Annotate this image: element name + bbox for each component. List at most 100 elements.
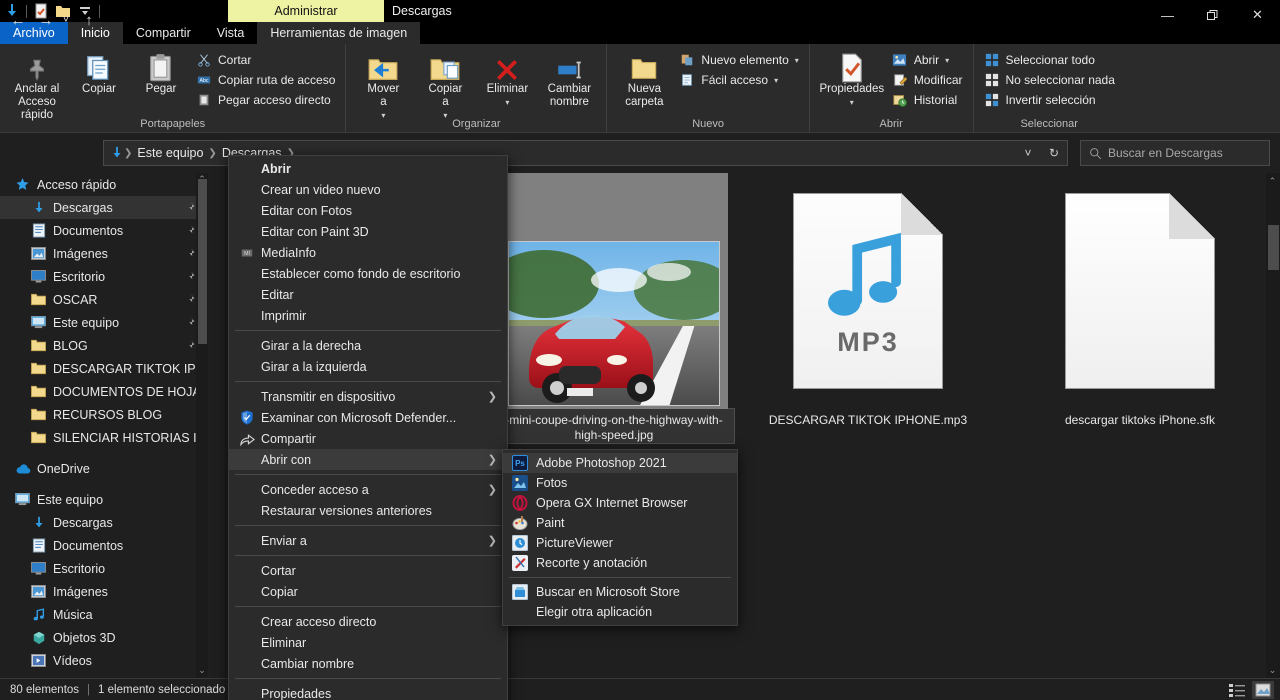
search-box[interactable]: Buscar en Descargas [1080, 140, 1270, 166]
refresh-button[interactable]: ↻ [1041, 141, 1067, 165]
sidebar-item-im-genes[interactable]: Imágenes [0, 580, 208, 603]
menu-item-conceder-acceso-a[interactable]: Conceder acceso a ❯ [229, 479, 507, 500]
copy-button[interactable]: Copiar [68, 48, 130, 96]
pin-icon[interactable] [184, 270, 196, 282]
paste-shortcut-button[interactable]: Pegar acceso directo [192, 90, 339, 110]
history-button[interactable]: Historial [888, 90, 967, 110]
sidebar-scroll-down-icon[interactable]: ⌄ [197, 664, 207, 676]
menu-item-copiar[interactable]: Copiar [229, 581, 507, 602]
tab-compartir[interactable]: Compartir [123, 22, 204, 44]
sidebar-item-onedrive[interactable]: OneDrive [0, 457, 208, 480]
sidebar-item-m-sica[interactable]: Música [0, 603, 208, 626]
back-button[interactable]: ← [6, 8, 30, 32]
easy-access-button[interactable]: Fácil acceso ▾ [675, 70, 802, 90]
pin-icon[interactable] [184, 201, 196, 213]
address-dropdown-button[interactable]: ˅ [1015, 141, 1041, 165]
open-with-item-paint[interactable]: Paint [503, 513, 737, 533]
edit-button[interactable]: Modificar [888, 70, 967, 90]
context-menu[interactable]: Abrir Crear un video nuevo Editar con Foto… [228, 155, 508, 700]
pin-icon[interactable] [184, 224, 196, 236]
contextual-tab-highlight[interactable]: Administrar [228, 0, 384, 22]
menu-item-editar-con-fotos[interactable]: Editar con Fotos [229, 200, 507, 221]
content-scroll-thumb[interactable] [1268, 225, 1279, 270]
open-button[interactable]: Abrir ▾ [888, 50, 967, 70]
sidebar-item-este-equipo[interactable]: Este equipo [0, 311, 208, 334]
open-with-submenu[interactable]: Ps Adobe Photoshop 2021 Fotos Opera GX Inte… [502, 449, 738, 626]
menu-item-girar-a-la-izquierda[interactable]: Girar a la izquierda [229, 356, 507, 377]
menu-item-abrir[interactable]: Abrir [229, 158, 507, 179]
pin-icon[interactable] [184, 293, 196, 305]
sidebar-item-documentos-de-hoja-de[interactable]: DOCUMENTOS DE HOJA DE [0, 380, 208, 403]
sidebar-item-silenciar-historias-insta[interactable]: SILENCIAR HISTORIAS INSTA [0, 426, 208, 449]
content-scroll-up-icon[interactable]: ⌃ [1267, 174, 1278, 188]
delete-button[interactable]: Eliminar ▾ [476, 48, 538, 109]
navigation-pane[interactable]: Acceso rápido Descargas Documentos Imágenes… [0, 173, 208, 678]
menu-item-eliminar[interactable]: Eliminar [229, 632, 507, 653]
chevron-down-icon-3[interactable]: ▾ [505, 96, 509, 109]
menu-item-enviar-a[interactable]: Enviar a ❯ [229, 530, 507, 551]
chevron-down-icon-2[interactable]: ▾ [443, 109, 447, 122]
menu-item-crear-acceso-directo[interactable]: Crear acceso directo [229, 611, 507, 632]
rename-button[interactable]: Cambiar nombre [538, 48, 600, 109]
move-to-button[interactable]: Mover a ▾ [352, 48, 414, 122]
menu-item-imprimir[interactable]: Imprimir [229, 305, 507, 326]
details-view-button[interactable] [1226, 681, 1248, 699]
sidebar-scrollbar[interactable]: ⌃ ⌄ [196, 173, 208, 678]
copy-to-button[interactable]: Copiar a ▾ [414, 48, 476, 122]
select-none-button[interactable]: No seleccionar nada [980, 70, 1119, 90]
large-icons-view-button[interactable] [1252, 681, 1274, 699]
properties-button[interactable]: Propiedades ▾ [816, 48, 888, 109]
file-item-sfk[interactable]: descargar tiktoks iPhone.sfk [1020, 173, 1260, 428]
content-scrollbar[interactable]: ⌃ ⌄ [1266, 173, 1280, 678]
menu-item-restaurar-versiones-anteriores[interactable]: Restaurar versiones anteriores [229, 500, 507, 521]
sidebar-item-escritorio[interactable]: Escritorio [0, 557, 208, 580]
menu-item-cambiar-nombre[interactable]: Cambiar nombre [229, 653, 507, 674]
sidebar-scroll-thumb[interactable] [198, 179, 207, 344]
menu-item-abrir-con[interactable]: Abrir con ❯ [229, 449, 507, 470]
open-with-item-buscar-en-microsoft-store[interactable]: Buscar en Microsoft Store [503, 582, 737, 602]
paste-button[interactable]: Pegar [130, 48, 192, 96]
sidebar-item-descargas[interactable]: Descargas [0, 196, 208, 219]
sidebar-item-im-genes[interactable]: Imágenes [0, 242, 208, 265]
content-scroll-down-icon[interactable]: ⌄ [1267, 663, 1278, 677]
menu-item-cortar[interactable]: Cortar [229, 560, 507, 581]
pin-icon[interactable] [184, 316, 196, 328]
up-button[interactable]: ↑ [77, 8, 101, 32]
breadcrumb-este-equipo[interactable]: Este equipo [132, 146, 208, 160]
copy-path-button[interactable]: Abc Copiar ruta de acceso [192, 70, 339, 90]
sidebar-item-descargar-tiktok-iphone[interactable]: DESCARGAR TIKTOK IPHONE [0, 357, 208, 380]
sidebar-item-oscar[interactable]: OSCAR [0, 288, 208, 311]
chevron-down-icon-5[interactable]: ▾ [774, 76, 778, 85]
menu-item-editar-con-paint-3d[interactable]: Editar con Paint 3D [229, 221, 507, 242]
menu-item-crear-un-video-nuevo[interactable]: Crear un video nuevo [229, 179, 507, 200]
open-with-item-pictureviewer[interactable]: PictureViewer [503, 533, 737, 553]
menu-item-examinar-con-microsoft-defender[interactable]: Examinar con Microsoft Defender... [229, 407, 507, 428]
file-item-mp3[interactable]: MP3 DESCARGAR TIKTOK IPHONE.mp3 [748, 173, 988, 428]
pin-icon[interactable] [184, 247, 196, 259]
menu-item-propiedades[interactable]: Propiedades [229, 683, 507, 700]
sidebar-item-v-deos[interactable]: Vídeos [0, 649, 208, 672]
open-with-item-adobe-photoshop-2021[interactable]: Ps Adobe Photoshop 2021 [503, 453, 737, 473]
open-with-item-recorte-y-anotaci-n[interactable]: Recorte y anotación [503, 553, 737, 573]
sidebar-item-este-equipo[interactable]: Este equipo [0, 488, 208, 511]
forward-button[interactable]: → [34, 8, 58, 32]
menu-item-mediainfo[interactable]: MI MediaInfo [229, 242, 507, 263]
menu-item-compartir[interactable]: Compartir [229, 428, 507, 449]
sidebar-item-blog[interactable]: BLOG [0, 334, 208, 357]
sidebar-item-descargas[interactable]: Descargas [0, 511, 208, 534]
pin-to-quick-access-button[interactable]: Anclar al Acceso rápido [6, 48, 68, 122]
tab-herramientas-de-imagen[interactable]: Herramientas de imagen [257, 22, 421, 44]
open-with-item-fotos[interactable]: Fotos [503, 473, 737, 493]
select-all-button[interactable]: Seleccionar todo [980, 50, 1119, 70]
pin-icon[interactable] [184, 339, 196, 351]
new-folder-button[interactable]: Nueva carpeta [613, 48, 675, 109]
open-with-item-elegir-otra-aplicaci-n[interactable]: Elegir otra aplicación [503, 602, 737, 622]
sidebar-item-objetos-3d[interactable]: Objetos 3D [0, 626, 208, 649]
invert-selection-button[interactable]: Invertir selección [980, 90, 1119, 110]
chevron-down-icon-7[interactable]: ▾ [945, 56, 949, 65]
chevron-down-icon[interactable]: ▾ [381, 109, 385, 122]
sidebar-item-acceso-r-pido[interactable]: Acceso rápido [0, 173, 208, 196]
cut-button[interactable]: Cortar [192, 50, 339, 70]
chevron-down-icon-4[interactable]: ▾ [795, 56, 799, 65]
sidebar-item-escritorio[interactable]: Escritorio [0, 265, 208, 288]
